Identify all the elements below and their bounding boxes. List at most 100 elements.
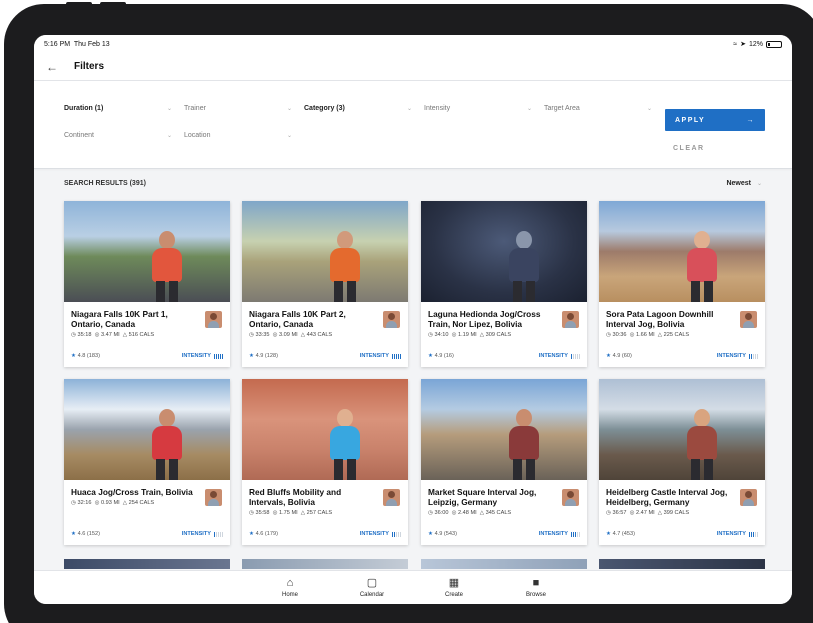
workout-thumbnail [599, 379, 765, 480]
workout-duration: 34:10 [434, 332, 449, 338]
filter-category[interactable]: Category (3) ⌄ [304, 105, 412, 112]
card-peek [64, 559, 230, 569]
flame-icon: △ [657, 332, 663, 338]
flame-icon: △ [300, 332, 306, 338]
arrow-right-icon: → [746, 116, 755, 124]
intensity-bars [571, 353, 580, 359]
sort-dropdown[interactable]: Newest ⌄ [726, 180, 762, 187]
workout-calories: 257 CALS [306, 510, 333, 516]
filter-target-area[interactable]: Target Area ⌄ [544, 105, 652, 112]
tab-home[interactable]: ⌂ Home [249, 571, 331, 604]
workout-rating: ★ 4.9 (60) [606, 353, 632, 359]
star-icon: ★ [71, 531, 77, 537]
filter-location[interactable]: Location ⌄ [184, 132, 292, 139]
workout-stats: ◷ 35:58 ◎ 1.75 MI △ 257 CALS [249, 510, 401, 516]
review-count: (453) [621, 531, 635, 537]
filter-intensity[interactable]: Intensity ⌄ [424, 105, 532, 112]
intensity-bars [214, 531, 223, 537]
intensity-label: INTENSITY [538, 353, 568, 359]
rating-value: 4.9 [434, 353, 443, 359]
tab-label: Calendar [359, 592, 385, 598]
volume-button [100, 2, 126, 8]
tab-browse[interactable]: ■ Browse [495, 571, 577, 604]
workout-duration: 32:16 [77, 500, 92, 506]
filter-label: Intensity [424, 105, 451, 112]
review-count: (60) [621, 353, 632, 359]
workout-card[interactable]: Laguna Hedionda Jog/Cross Train, Nor Lip… [421, 201, 587, 367]
intensity-indicator: INTENSITY [360, 353, 401, 359]
distance-icon: ◎ [629, 332, 635, 338]
trainer-figure [685, 231, 719, 302]
rating-value: 4.9 [255, 353, 264, 359]
workout-calories: 254 CALS [128, 500, 155, 506]
workout-card[interactable]: Sora Pata Lagoon Downhill Interval Jog, … [599, 201, 765, 367]
filter-label: Trainer [184, 105, 206, 112]
trainer-figure [507, 409, 541, 480]
filter-label: Target Area [544, 105, 580, 112]
tab-label: Browse [525, 592, 546, 598]
flame-icon: △ [479, 332, 485, 338]
star-icon: ★ [249, 353, 255, 359]
card-footer: ★ 4.6 (152) INTENSITY [71, 531, 223, 537]
sort-label: Newest [726, 180, 751, 187]
intensity-label: INTENSITY [538, 531, 568, 537]
tab-create[interactable]: ▦ Create [413, 571, 495, 604]
status-time: 5:16 PM [44, 40, 71, 48]
filter-label: Location [184, 132, 211, 139]
star-icon: ★ [249, 531, 255, 537]
star-icon: ★ [428, 353, 434, 359]
workout-rating: ★ 4.6 (179) [249, 531, 278, 537]
apply-button[interactable]: APPLY → [665, 109, 765, 131]
workout-duration: 36:57 [612, 510, 627, 516]
intensity-bars [749, 531, 758, 537]
results-bar: SEARCH RESULTS (391) Newest ⌄ [64, 180, 762, 187]
intensity-indicator: INTENSITY [717, 353, 758, 359]
intensity-label: INTENSITY [181, 353, 211, 359]
tab-calendar[interactable]: ▢ Calendar [331, 571, 413, 604]
workout-card[interactable]: Huaca Jog/Cross Train, Bolivia ◷ 32:16 ◎… [64, 379, 230, 545]
workout-distance: 3.47 MI [101, 332, 120, 338]
distance-icon: ◎ [451, 332, 457, 338]
workout-distance: 2.48 MI [458, 510, 477, 516]
workout-title: Laguna Hedionda Jog/Cross Train, Nor Lip… [428, 309, 541, 329]
workout-rating: ★ 4.9 (16) [428, 353, 454, 359]
card-footer: ★ 4.9 (128) INTENSITY [249, 353, 401, 359]
chevron-down-icon: ⌄ [526, 106, 532, 112]
card-peek [421, 559, 587, 569]
back-arrow-icon[interactable]: ← [46, 60, 60, 74]
workout-distance: 3.09 MI [279, 332, 298, 338]
workout-calories: 443 CALS [306, 332, 333, 338]
trainer-avatar [740, 489, 757, 506]
workout-card[interactable]: Niagara Falls 10K Part 1, Ontario, Canad… [64, 201, 230, 367]
intensity-indicator: INTENSITY [182, 531, 223, 537]
workout-card[interactable]: Red Bluffs Mobility and Intervals, Boliv… [242, 379, 408, 545]
trainer-figure [507, 231, 541, 302]
clear-button[interactable]: CLEAR [673, 145, 705, 152]
workout-calories: 225 CALS [663, 332, 690, 338]
workout-rating: ★ 4.7 (453) [606, 531, 635, 537]
filter-label: Category (3) [304, 105, 345, 112]
workout-title: Niagara Falls 10K Part 1, Ontario, Canad… [71, 309, 168, 329]
workout-calories: 309 CALS [485, 332, 512, 338]
card-peek [599, 559, 765, 569]
rating-value: 4.6 [255, 531, 264, 537]
workout-calories: 399 CALS [663, 510, 690, 516]
workout-stats: ◷ 32:16 ◎ 0.93 MI △ 254 CALS [71, 500, 223, 506]
filter-duration[interactable]: Duration (1) ⌄ [64, 105, 172, 112]
workout-stats: ◷ 30:36 ◎ 1.66 MI △ 225 CALS [606, 332, 758, 338]
clock-icon: ◷ [428, 510, 433, 516]
intensity-label: INTENSITY [359, 353, 389, 359]
workout-card[interactable]: Heidelberg Castle Interval Jog, Heidelbe… [599, 379, 765, 545]
filter-continent[interactable]: Continent ⌄ [64, 132, 172, 139]
filter-panel: Duration (1) ⌄ Trainer ⌄ Category (3) ⌄ Int… [34, 81, 792, 169]
flame-icon: △ [657, 510, 663, 516]
distance-icon: ◎ [629, 510, 635, 516]
star-icon: ★ [606, 531, 612, 537]
review-count: (179) [264, 531, 278, 537]
workout-card[interactable]: Niagara Falls 10K Part 2, Ontario, Canad… [242, 201, 408, 367]
workout-title: Market Square Interval Jog, Leipzig, Ger… [428, 487, 537, 507]
workout-card[interactable]: Market Square Interval Jog, Leipzig, Ger… [421, 379, 587, 545]
filter-trainer[interactable]: Trainer ⌄ [184, 105, 292, 112]
card-footer: ★ 4.9 (60) INTENSITY [606, 353, 758, 359]
rating-value: 4.7 [612, 531, 621, 537]
